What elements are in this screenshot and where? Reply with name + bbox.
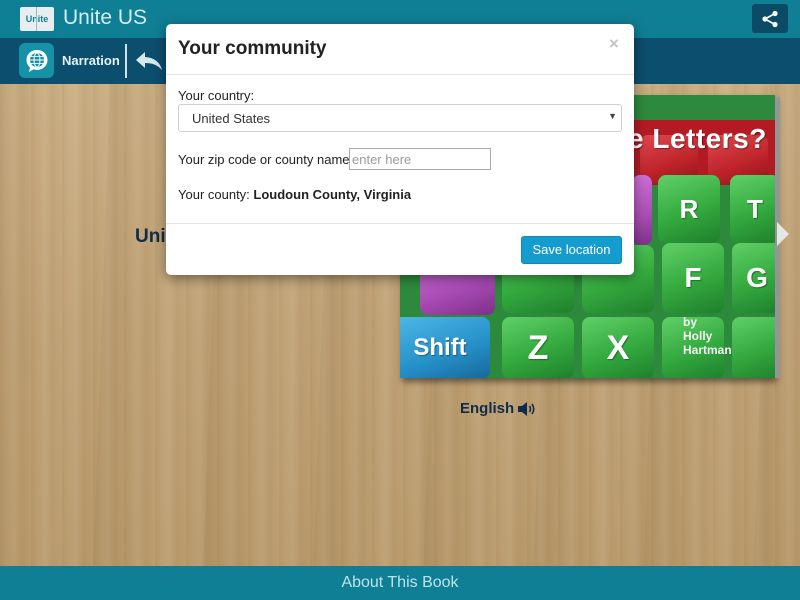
- dialog-title: Your community: [178, 38, 327, 59]
- community-dialog: Your community × Your country: United St…: [166, 24, 634, 275]
- dialog-footer-divider: [166, 223, 634, 224]
- county-value: Loudoun County, Virginia: [253, 187, 412, 202]
- zip-label: Your zip code or county name:: [178, 152, 354, 167]
- country-label: Your country:: [178, 88, 255, 103]
- chevron-down-icon: ▼: [608, 111, 617, 121]
- save-location-button[interactable]: Save location: [521, 236, 622, 264]
- dialog-header: Your community ×: [166, 24, 634, 75]
- country-select[interactable]: United States ▼: [178, 104, 622, 132]
- country-select-value: United States: [192, 111, 271, 126]
- zip-code-input[interactable]: [349, 148, 491, 170]
- close-icon[interactable]: ×: [609, 34, 619, 54]
- county-line: Your county: Loudoun County, Virginia: [178, 187, 411, 202]
- county-label: Your county:: [178, 187, 250, 202]
